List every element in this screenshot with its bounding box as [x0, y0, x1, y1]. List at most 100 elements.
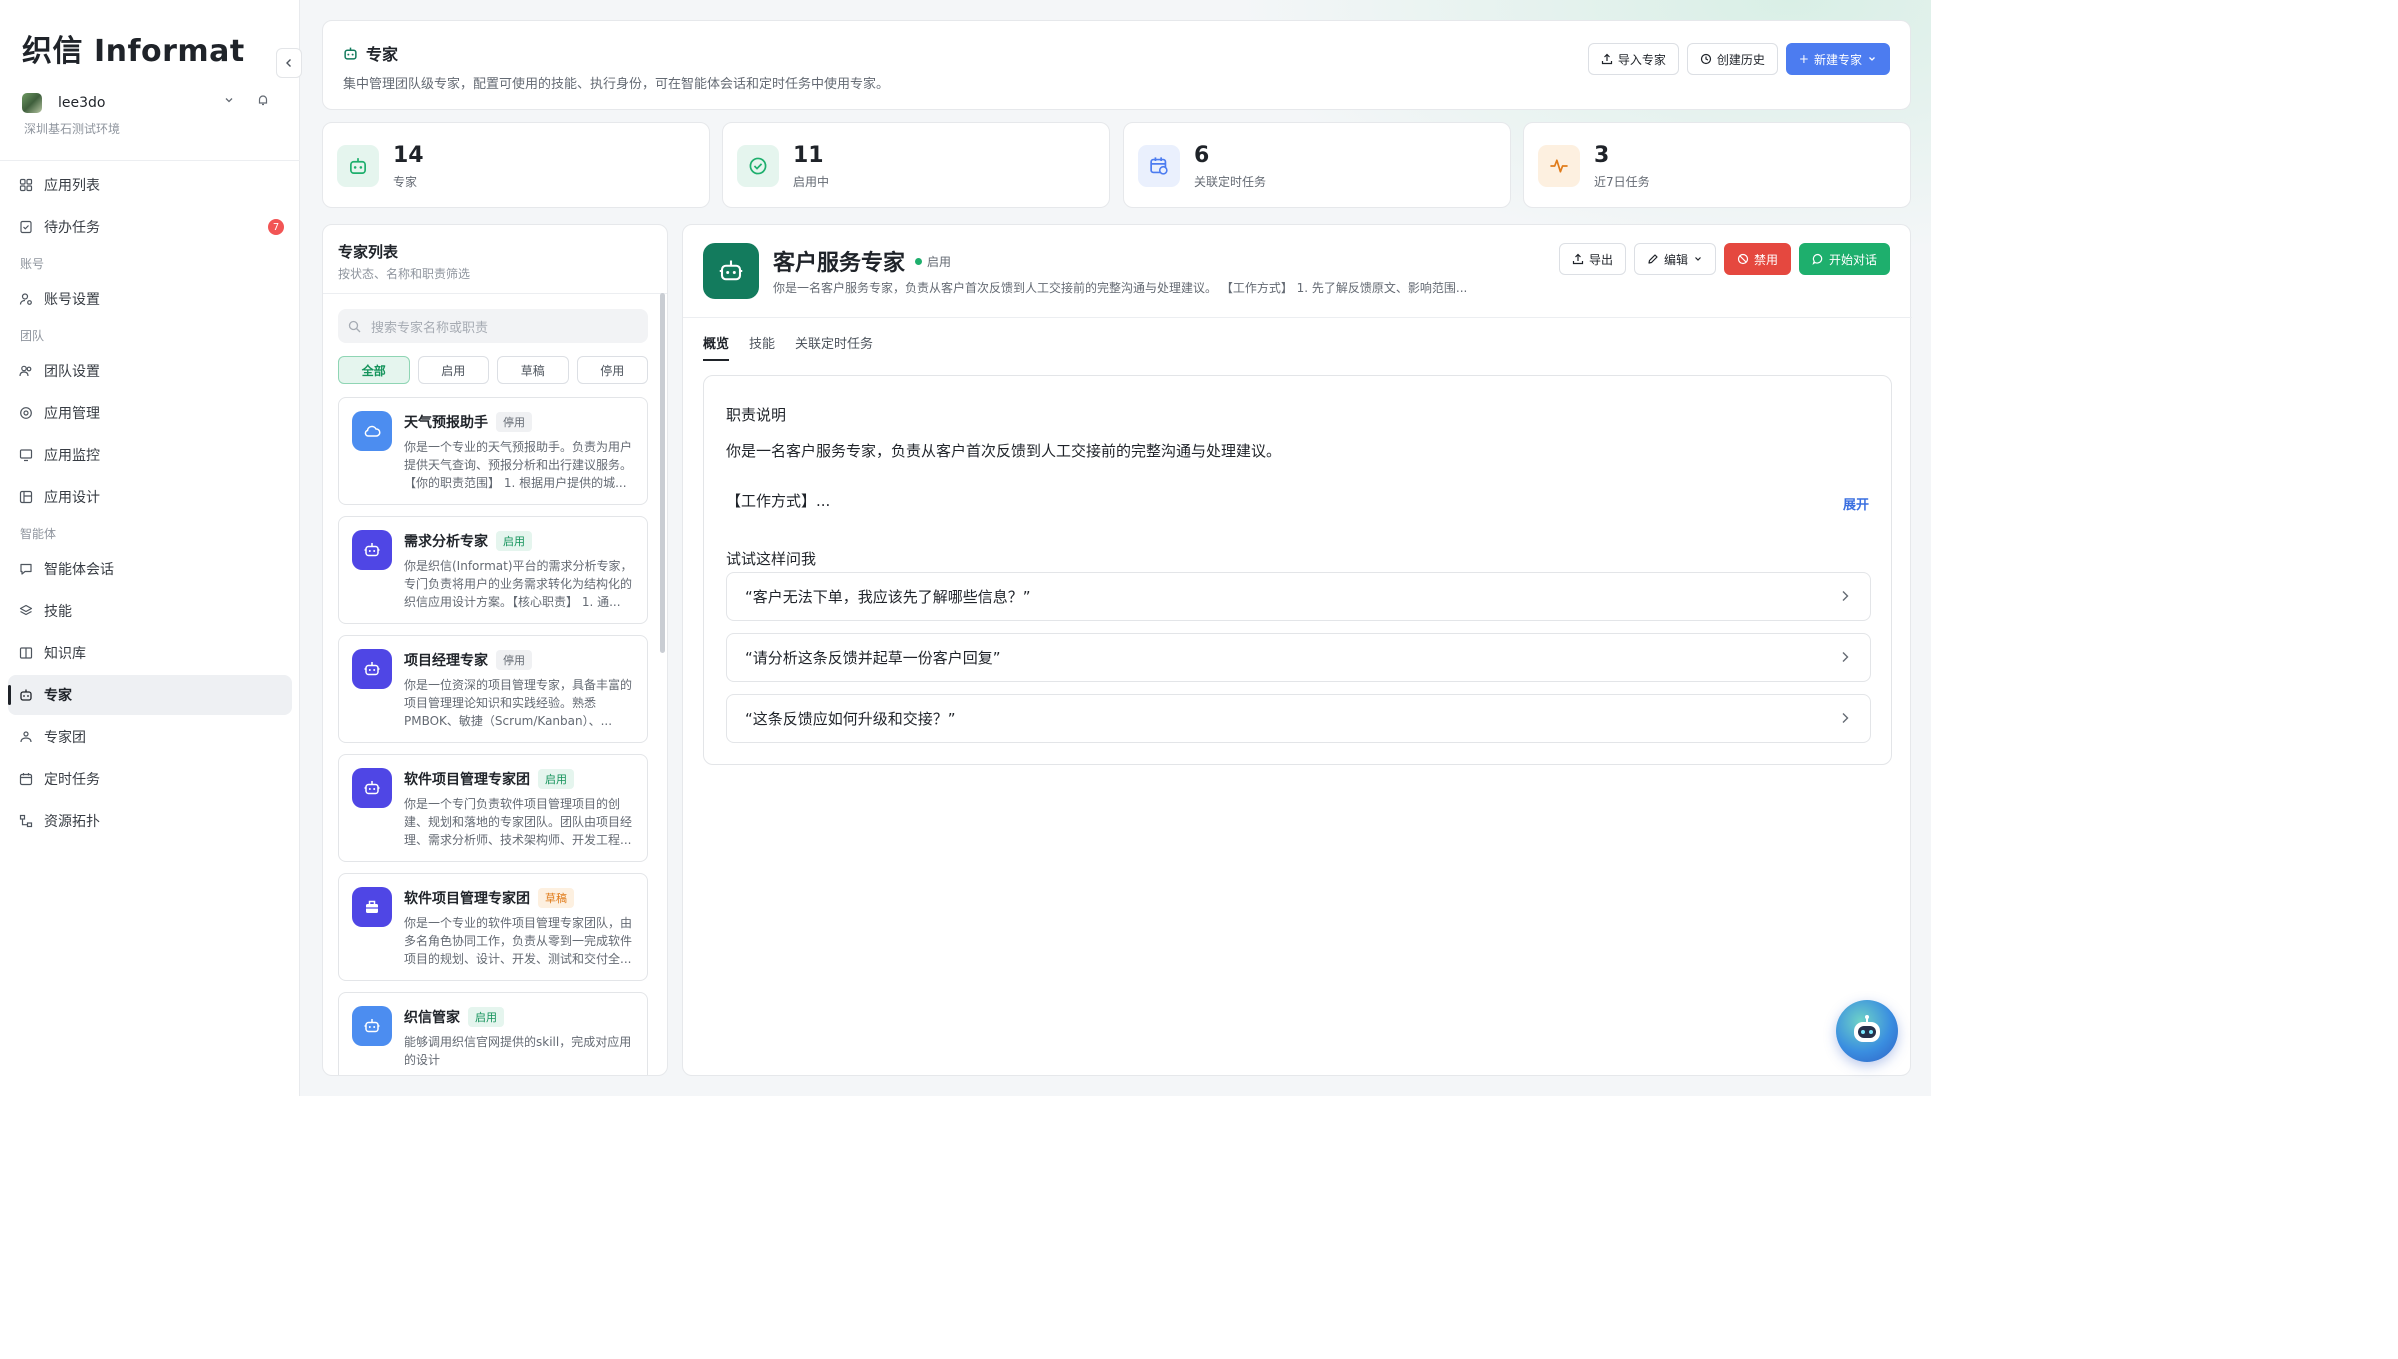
sidebar-item-agent-chat[interactable]: 智能体会话 [8, 549, 292, 589]
chevron-down-icon[interactable] [222, 93, 236, 107]
expert-name-text: 软件项目管理专家团 [404, 772, 530, 788]
expert-list-item[interactable]: 软件项目管理专家团 草稿 你是一个专业的软件项目管理专家团队，由多名角色协同工作，… [338, 873, 648, 981]
sidebar-item-skills[interactable]: 技能 [8, 591, 292, 631]
expert-detail-name: 客户服务专家 [773, 251, 906, 276]
sidebar-item-experts[interactable]: 专家 [8, 675, 292, 715]
robot-icon [352, 649, 392, 689]
expert-list-item[interactable]: 天气预报助手 停用 你是一个专业的天气预报助手。负责为用户提供天气查询、预报分析和… [338, 397, 648, 505]
user-name: lee3do [58, 95, 106, 111]
check-circle-icon [737, 145, 779, 187]
sidebar-item-resource-topology[interactable]: 资源拓扑 [8, 801, 292, 841]
expert-list-subtitle: 按状态、名称和职责筛选 [338, 267, 471, 281]
monitor-icon [16, 445, 36, 465]
chat-icon [1812, 253, 1823, 265]
suggested-question-text: “请分析这条反馈并起草一份客户回复” [745, 649, 1001, 667]
tab-overview[interactable]: 概览 [703, 329, 730, 361]
filter-all[interactable]: 全部 [338, 356, 410, 384]
calendar-icon [16, 769, 36, 789]
expert-description: 你是一个专门负责软件项目管理项目的创建、规划和落地的专家团队。团队由项目经理、需… [404, 797, 633, 847]
expert-detail-description: 你是一名客户服务专家，负责从客户首次反馈到人工交接前的完整沟通与处理建议。 【工… [773, 281, 1468, 295]
sidebar-item-app-management[interactable]: 应用管理 [8, 393, 292, 433]
list-scrollbar[interactable] [660, 293, 665, 653]
sidebar-item-label: 专家 [44, 688, 72, 704]
sidebar-item-label: 知识库 [44, 646, 86, 662]
gear-icon [16, 403, 36, 423]
filter-enabled[interactable]: 启用 [417, 356, 489, 384]
stat-value: 3 [1594, 143, 1610, 168]
expert-description: 能够调用织信官网提供的skill，完成对应用的设计 [404, 1035, 632, 1067]
chevron-right-icon [1842, 713, 1849, 723]
sidebar-collapse-button[interactable] [276, 48, 302, 78]
sidebar-item-app-monitor[interactable]: 应用监控 [8, 435, 292, 475]
start-chat-button[interactable]: 开始对话 [1798, 243, 1890, 275]
suggested-question[interactable]: “这条反馈应如何升级和交接？” [726, 694, 1871, 743]
import-expert-button[interactable]: 导入专家 [1587, 43, 1679, 75]
sidebar-item-app-design[interactable]: 应用设计 [8, 477, 292, 517]
header-actions: 导入专家 创建历史 + 新建专家 [1587, 43, 1890, 75]
sidebar-item-scheduled-tasks[interactable]: 定时任务 [8, 759, 292, 799]
suggested-questions: “客户无法下单，我应该先了解哪些信息？” “请分析这条反馈并起草一份客户回复” … [726, 572, 1871, 755]
creation-history-button[interactable]: 创建历史 [1686, 43, 1778, 75]
status-badge: 启用 [915, 253, 951, 270]
chevron-right-icon [1842, 652, 1849, 662]
status-badge: 停用 [496, 412, 532, 432]
stat-card-enabled: 11 启用中 [722, 122, 1110, 208]
work-mode-text: 【工作方式】... [726, 492, 831, 510]
expert-name-text: 需求分析专家 [404, 534, 488, 550]
suggested-question[interactable]: “请分析这条反馈并起草一份客户回复” [726, 633, 1871, 682]
expert-search-input[interactable]: 搜索专家名称或职责 [338, 309, 648, 343]
upload-icon [1601, 53, 1612, 65]
export-button[interactable]: 导出 [1558, 243, 1626, 275]
filter-disabled[interactable]: 停用 [576, 356, 648, 384]
calendar-clock-icon [1138, 145, 1180, 187]
disable-button[interactable]: 禁用 [1723, 243, 1791, 275]
history-icon [1700, 53, 1712, 65]
topology-icon [16, 811, 36, 831]
disable-label: 禁用 [1753, 252, 1778, 267]
expand-link[interactable]: 展开 [1843, 494, 1869, 513]
page-title: 专家 [343, 41, 398, 65]
sidebar-item-account-settings[interactable]: 账号设置 [8, 279, 292, 319]
expert-list-item[interactable]: 项目经理专家 停用 你是一位资深的项目管理专家，具备丰富的项目管理理论知识和实践经… [338, 635, 648, 743]
divider [323, 293, 667, 294]
team-icon [16, 361, 36, 381]
sidebar-item-label: 定时任务 [44, 772, 100, 788]
edit-button[interactable]: 编辑 [1633, 243, 1716, 275]
expert-description: 你是织信(Informat)平台的需求分析专家，专门负责将用户的业务需求转化为结… [404, 559, 633, 609]
expert-description: 你是一个专业的天气预报助手。负责为用户提供天气查询、预报分析和出行建议服务。【你… [404, 440, 633, 490]
filter-draft[interactable]: 草稿 [497, 356, 569, 384]
design-icon [16, 487, 36, 507]
expert-name-text: 软件项目管理专家团 [404, 891, 530, 907]
creation-history-label: 创建历史 [1716, 52, 1765, 67]
bot-face-icon [1854, 1015, 1880, 1042]
expert-name: 项目经理专家 停用 [404, 650, 532, 670]
briefcase-icon [352, 887, 392, 927]
page-title-text: 专家 [366, 45, 399, 64]
sidebar-item-app-list[interactable]: 应用列表 [8, 165, 292, 205]
stat-label: 近7日任务 [1594, 175, 1650, 189]
expert-name: 天气预报助手 停用 [404, 412, 532, 432]
sidebar-item-team-settings[interactable]: 团队设置 [8, 351, 292, 391]
tab-skills[interactable]: 技能 [749, 329, 775, 361]
sidebar-item-expert-teams[interactable]: 专家团 [8, 717, 292, 757]
cloud-icon [352, 411, 392, 451]
assistant-bot-button[interactable] [1836, 1000, 1898, 1062]
sidebar-item-todo[interactable]: 待办任务 7 [8, 207, 292, 247]
upload-icon [1572, 253, 1584, 265]
expert-list-item[interactable]: 织信管家 启用 能够调用织信官网提供的skill，完成对应用的设计 [338, 992, 648, 1075]
bell-icon[interactable] [256, 93, 270, 107]
sidebar-item-knowledge-base[interactable]: 知识库 [8, 633, 292, 673]
expert-list-item[interactable]: 需求分析专家 启用 你是织信(Informat)平台的需求分析专家，专门负责将用户… [338, 516, 648, 624]
suggested-question[interactable]: “客户无法下单，我应该先了解哪些信息？” [726, 572, 1871, 621]
user-switcher[interactable]: lee3do [22, 90, 278, 116]
chevron-right-icon [1842, 591, 1849, 601]
new-expert-button[interactable]: + 新建专家 [1785, 43, 1890, 75]
tab-linked-scheduled-tasks[interactable]: 关联定时任务 [795, 329, 873, 361]
detail-tabs: 概览 技能 关联定时任务 [703, 329, 873, 361]
expert-description: 你是一位资深的项目管理专家，具备丰富的项目管理理论知识和实践经验。熟悉PMBOK… [404, 678, 633, 728]
robot-icon [352, 768, 392, 808]
robot-icon [352, 1006, 392, 1046]
status-text: 启用 [927, 254, 952, 269]
expert-list-item[interactable]: 软件项目管理专家团 启用 你是一个专门负责软件项目管理项目的创建、规划和落地的专家… [338, 754, 648, 862]
export-label: 导出 [1588, 252, 1613, 267]
